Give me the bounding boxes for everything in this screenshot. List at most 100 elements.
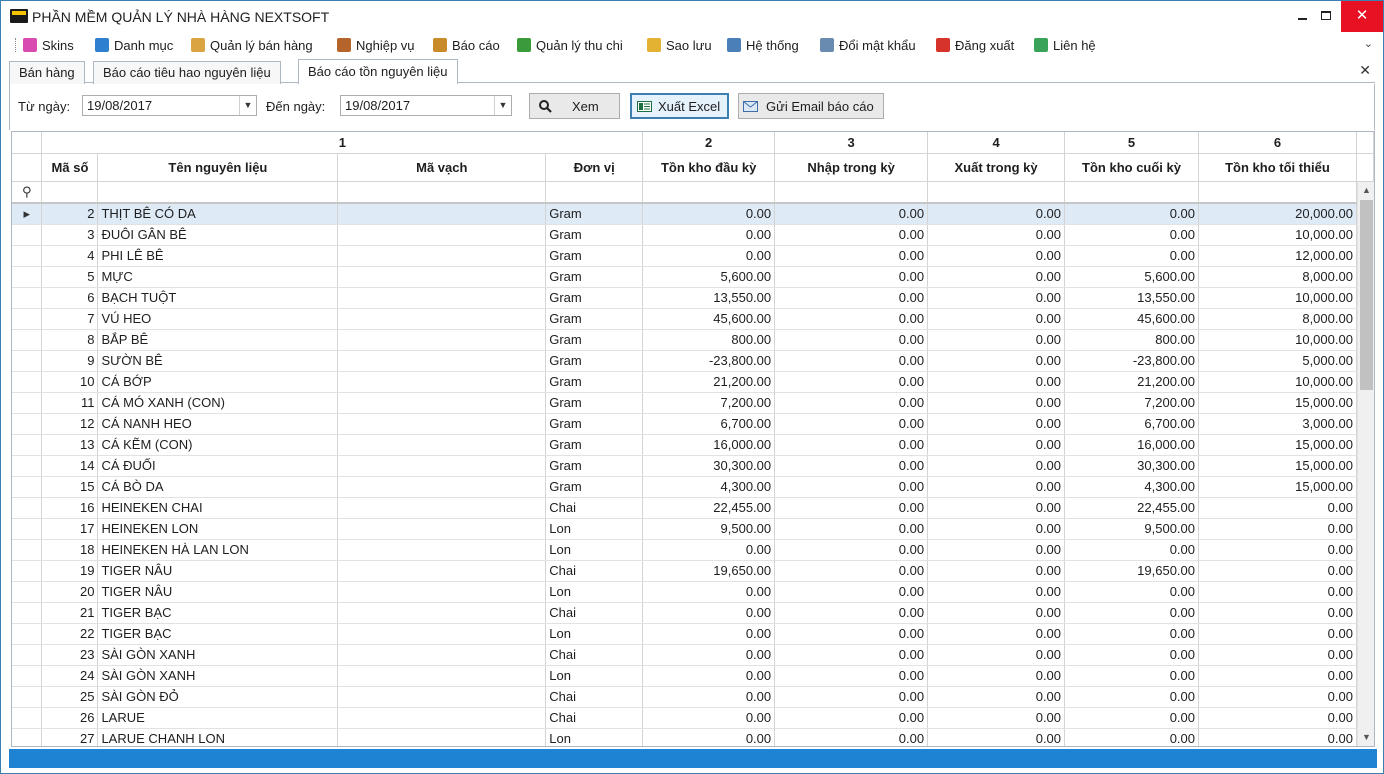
cell-ma-so[interactable]: 11: [41, 392, 99, 414]
cell-ma-so[interactable]: 12: [41, 413, 99, 435]
cell-ma-vach[interactable]: [337, 434, 547, 456]
cell-ma-vach[interactable]: [337, 644, 547, 666]
cell-xuat-trong-ky[interactable]: 0.00: [927, 581, 1066, 603]
cell-ton-cuoi-ky[interactable]: 7,200.00: [1064, 392, 1199, 414]
cell-ton-toi-thieu[interactable]: 10,000.00: [1198, 224, 1357, 246]
cell-ma-vach[interactable]: [337, 623, 547, 645]
cell-ton-dau-ky[interactable]: 0.00: [642, 728, 776, 746]
cell-don-vi[interactable]: Chai: [545, 560, 644, 582]
cell-ma-vach[interactable]: [337, 707, 547, 729]
table-row[interactable]: 8 BẮP BÊ Gram 800.00 0.00 0.00 800.00 10,000.00: [12, 329, 1374, 351]
row-indicator[interactable]: [12, 329, 43, 351]
table-row[interactable]: 5 MỰC Gram 5,600.00 0.00 0.00 5,600.00 8,000.00: [12, 266, 1374, 288]
cell-ton-toi-thieu[interactable]: 10,000.00: [1198, 371, 1357, 393]
row-indicator[interactable]: [12, 224, 43, 246]
chevron-down-icon[interactable]: ▼: [239, 96, 256, 115]
tab-ban-hang[interactable]: Bán hàng: [9, 61, 85, 84]
cell-ma-so[interactable]: 4: [41, 245, 99, 267]
cell-ton-toi-thieu[interactable]: 0.00: [1198, 665, 1357, 687]
cell-xuat-trong-ky[interactable]: 0.00: [927, 602, 1066, 624]
cell-ton-toi-thieu[interactable]: 0.00: [1198, 560, 1357, 582]
cell-xuat-trong-ky[interactable]: 0.00: [927, 476, 1066, 498]
table-row[interactable]: 25 SÀI GÒN ĐỎ Chai 0.00 0.00 0.00 0.00 0.00: [12, 686, 1374, 708]
cell-ten-nguyen-lieu[interactable]: MỰC: [97, 266, 339, 288]
cell-nhap-trong-ky[interactable]: 0.00: [774, 539, 929, 561]
cell-ma-vach[interactable]: [337, 266, 547, 288]
table-row[interactable]: 22 TIGER BẠC Lon 0.00 0.00 0.00 0.00 0.00: [12, 623, 1374, 645]
cell-xuat-trong-ky[interactable]: 0.00: [927, 707, 1066, 729]
cell-nhap-trong-ky[interactable]: 0.00: [774, 392, 929, 414]
row-indicator[interactable]: [12, 476, 43, 498]
row-indicator[interactable]: [12, 728, 43, 746]
cell-xuat-trong-ky[interactable]: 0.00: [927, 665, 1066, 687]
cell-don-vi[interactable]: Lon: [545, 623, 644, 645]
cell-ton-cuoi-ky[interactable]: 0.00: [1064, 623, 1199, 645]
cell-don-vi[interactable]: Gram: [545, 308, 644, 330]
cell-ten-nguyen-lieu[interactable]: HEINEKEN LON: [97, 518, 339, 540]
cell-ten-nguyen-lieu[interactable]: ĐUÔI GÂN BÊ: [97, 224, 339, 246]
cell-ton-dau-ky[interactable]: 21,200.00: [642, 371, 776, 393]
cell-ton-cuoi-ky[interactable]: 0.00: [1064, 665, 1199, 687]
cell-ma-so[interactable]: 14: [41, 455, 99, 477]
cell-ton-cuoi-ky[interactable]: -23,800.00: [1064, 350, 1199, 372]
row-indicator[interactable]: [12, 413, 43, 435]
cell-nhap-trong-ky[interactable]: 0.00: [774, 287, 929, 309]
cell-ten-nguyen-lieu[interactable]: HEINEKEN CHAI: [97, 497, 339, 519]
cell-ma-vach[interactable]: [337, 686, 547, 708]
cell-ten-nguyen-lieu[interactable]: SÀI GÒN XANH: [97, 644, 339, 666]
menu-item-5[interactable]: Quản lý thu chi: [517, 36, 623, 54]
cell-ton-toi-thieu[interactable]: 0.00: [1198, 581, 1357, 603]
cell-don-vi[interactable]: Gram: [545, 287, 644, 309]
cell-don-vi[interactable]: Lon: [545, 581, 644, 603]
cell-nhap-trong-ky[interactable]: 0.00: [774, 728, 929, 746]
cell-ma-vach[interactable]: [337, 476, 547, 498]
cell-ton-toi-thieu[interactable]: 8,000.00: [1198, 266, 1357, 288]
cell-xuat-trong-ky[interactable]: 0.00: [927, 413, 1066, 435]
cell-don-vi[interactable]: Chai: [545, 707, 644, 729]
row-indicator[interactable]: [12, 686, 43, 708]
filter-cell-toi-thieu[interactable]: [1198, 181, 1357, 204]
menu-item-10[interactable]: Liên hệ: [1034, 36, 1096, 54]
cell-don-vi[interactable]: Lon: [545, 518, 644, 540]
tab-bao-cao-ton[interactable]: Báo cáo tồn nguyên liệu: [298, 59, 458, 84]
cell-ton-toi-thieu[interactable]: 0.00: [1198, 602, 1357, 624]
table-row[interactable]: 27 LARUE CHANH LON Lon 0.00 0.00 0.00 0.00 0.00: [12, 728, 1374, 746]
cell-nhap-trong-ky[interactable]: 0.00: [774, 581, 929, 603]
cell-ton-cuoi-ky[interactable]: 9,500.00: [1064, 518, 1199, 540]
cell-xuat-trong-ky[interactable]: 0.00: [927, 560, 1066, 582]
cell-ton-toi-thieu[interactable]: 0.00: [1198, 707, 1357, 729]
column-header-ma-vach[interactable]: Mã vạch: [337, 153, 547, 182]
cell-ma-so[interactable]: 15: [41, 476, 99, 498]
row-indicator[interactable]: [12, 644, 43, 666]
menu-item-2[interactable]: Quản lý bán hàng: [191, 36, 313, 54]
row-indicator[interactable]: [12, 665, 43, 687]
filter-cell-ma-so[interactable]: [41, 181, 99, 204]
cell-ma-vach[interactable]: [337, 392, 547, 414]
cell-ma-so[interactable]: 7: [41, 308, 99, 330]
column-header-don-vi[interactable]: Đơn vị: [545, 153, 644, 182]
cell-xuat-trong-ky[interactable]: 0.00: [927, 308, 1066, 330]
cell-ton-cuoi-ky[interactable]: 45,600.00: [1064, 308, 1199, 330]
from-date-picker[interactable]: 19/08/2017 ▼: [82, 95, 257, 116]
cell-ton-dau-ky[interactable]: 0.00: [642, 245, 776, 267]
cell-ten-nguyen-lieu[interactable]: CÁ BỚP: [97, 371, 339, 393]
cell-don-vi[interactable]: Gram: [545, 371, 644, 393]
cell-ton-toi-thieu[interactable]: 5,000.00: [1198, 350, 1357, 372]
scroll-up-icon[interactable]: ▲: [1358, 182, 1374, 199]
tab-bao-cao-tieu-hao[interactable]: Báo cáo tiêu hao nguyên liệu: [93, 61, 281, 84]
row-indicator[interactable]: [12, 623, 43, 645]
cell-ma-so[interactable]: 2: [41, 203, 99, 225]
export-excel-button[interactable]: Xuất Excel: [630, 93, 729, 119]
column-header-ton-dau-ky[interactable]: Tồn kho đầu kỳ: [642, 153, 776, 182]
cell-xuat-trong-ky[interactable]: 0.00: [927, 266, 1066, 288]
row-indicator[interactable]: [12, 539, 43, 561]
cell-nhap-trong-ky[interactable]: 0.00: [774, 497, 929, 519]
cell-ten-nguyen-lieu[interactable]: TIGER NÂU: [97, 581, 339, 603]
table-row[interactable]: 10 CÁ BỚP Gram 21,200.00 0.00 0.00 21,200.00 10…: [12, 371, 1374, 393]
cell-ten-nguyen-lieu[interactable]: HEINEKEN HÀ LAN LON: [97, 539, 339, 561]
row-indicator[interactable]: [12, 371, 43, 393]
cell-ton-dau-ky[interactable]: 0.00: [642, 686, 776, 708]
row-indicator[interactable]: [12, 392, 43, 414]
cell-ton-dau-ky[interactable]: -23,800.00: [642, 350, 776, 372]
cell-ton-toi-thieu[interactable]: 15,000.00: [1198, 455, 1357, 477]
